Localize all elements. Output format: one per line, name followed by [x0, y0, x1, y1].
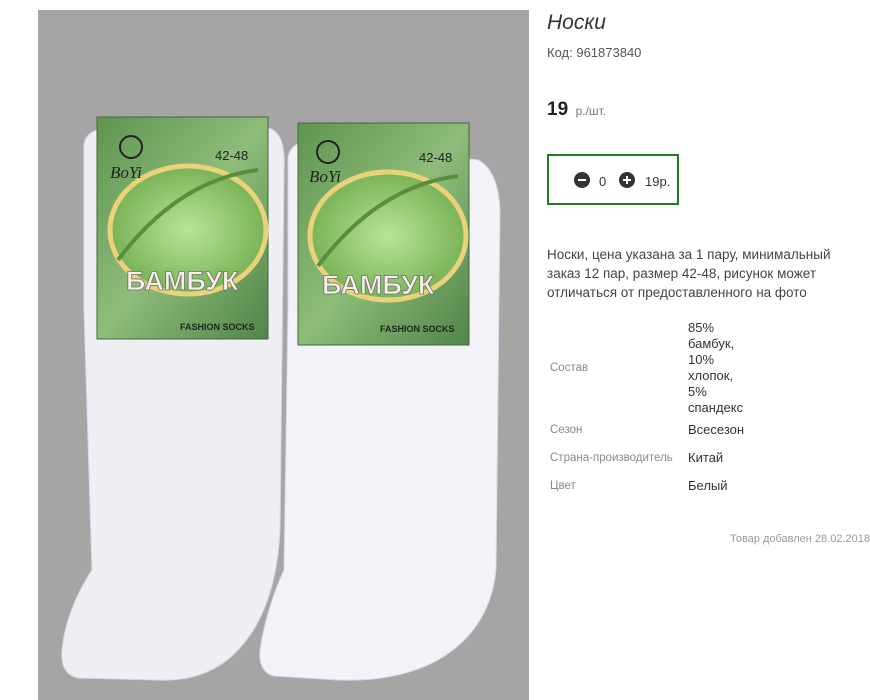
date-added: Товар добавлен 28.02.2018 — [729, 533, 870, 545]
property-row: Состав 85% бамбук, 10% хлопок, 5% спанде… — [547, 320, 750, 416]
property-key: Состав — [550, 362, 589, 374]
left-label-tagline: FASHION SOCKS — [180, 322, 255, 332]
property-key: Цвет — [550, 480, 576, 492]
minus-icon[interactable] — [574, 172, 590, 188]
properties-table: Состав 85% бамбук, 10% хлопок, 5% спанде… — [547, 320, 750, 500]
quantity-total: 19р. — [645, 174, 671, 189]
product-code-value: 961873840 — [576, 45, 642, 60]
product-price: 19 р./шт. — [547, 99, 606, 121]
left-label-brand: BoYi — [110, 163, 142, 182]
left-label: BoYi 42-48 БАМБУК FASHION SOCKS — [96, 116, 269, 340]
quantity-stepper: 0 19р. — [547, 154, 679, 205]
right-label-tagline: FASHION SOCKS — [380, 324, 455, 334]
property-row: Страна-производитель Китай — [547, 444, 750, 472]
socks-illustration: BoYi 42-48 БАМБУК FASHION SOCKS BoYi 42-… — [61, 116, 501, 681]
product-description: Носки, цена указана за 1 пару, минимальн… — [547, 247, 831, 300]
product-image[interactable]: BoYi 42-48 БАМБУК FASHION SOCKS BoYi 42-… — [38, 10, 529, 700]
left-label-size: 42-48 — [215, 148, 248, 163]
plus-icon[interactable] — [619, 172, 635, 188]
product-code: Код: 961873840 — [547, 45, 641, 60]
product-title: Носки — [547, 11, 606, 34]
property-value: Белый — [688, 478, 728, 493]
left-label-text: БАМБУК — [126, 266, 239, 296]
right-label: BoYi 42-48 БАМБУК FASHION SOCKS — [297, 122, 470, 346]
property-key: Сезон — [550, 424, 583, 436]
property-row: Сезон Всесезон — [547, 416, 750, 444]
quantity-value[interactable]: 0 — [599, 174, 606, 189]
property-value: Китай — [688, 450, 724, 465]
right-label-brand: BoYi — [309, 167, 341, 186]
property-value: Всесезон — [688, 422, 745, 437]
right-label-size: 42-48 — [419, 150, 452, 165]
right-label-text: БАМБУК — [322, 270, 435, 300]
price-value: 19 — [547, 99, 569, 120]
property-row: Цвет Белый — [547, 472, 750, 500]
property-key: Страна-производитель — [550, 452, 673, 464]
property-value: 85% бамбук, 10% хлопок, 5% спандекс — [688, 320, 744, 415]
product-code-label: Код: — [547, 45, 573, 60]
price-unit: р./шт. — [575, 104, 607, 118]
